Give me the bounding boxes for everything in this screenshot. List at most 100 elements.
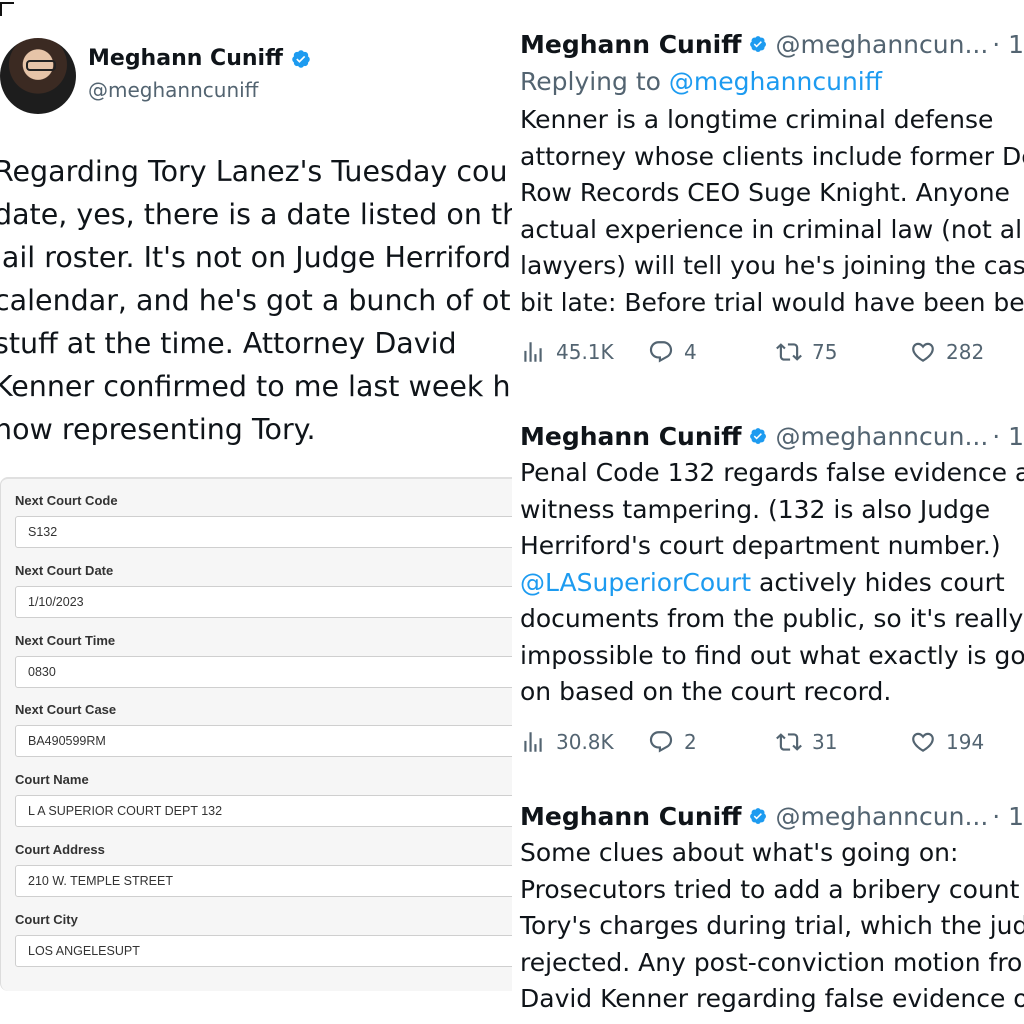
- retweet-icon: [776, 343, 802, 361]
- tweet[interactable]: Meghann Cuniff @meghanncun... · 10 Penal…: [520, 419, 1024, 757]
- tweet-text-line: David Kenner regarding false evidence o: [520, 984, 1024, 1013]
- tweet-text-line: Row Records CEO Suge Knight. Anyone: [520, 178, 1010, 207]
- reply-prefix: Replying to: [520, 67, 669, 96]
- tweet-header: Meghann Cuniff @meghanncun... · 10: [520, 799, 1024, 833]
- tweet[interactable]: Meghann Cuniff @meghanncun... · 10 Some …: [520, 799, 1024, 1018]
- field-value[interactable]: L A SUPERIOR COURT DEPT 132: [15, 795, 512, 827]
- tweet-text-line: witness tampering. (132 is also Judge: [520, 494, 991, 524]
- field-next-court-time: Next Court Time 0830: [15, 633, 512, 688]
- field-next-court-case: Next Court Case BA490599RM: [15, 702, 512, 757]
- reply-count: 2: [684, 729, 697, 754]
- tweet-text-line: calendar, and he's got a bunch of oth: [0, 284, 512, 317]
- tweet-text-line: now representing Tory.: [0, 413, 316, 446]
- tweet-text-line: Kenner confirmed to me last week he: [0, 370, 512, 403]
- retweet-count: 75: [812, 340, 838, 364]
- field-value[interactable]: S132: [15, 516, 512, 548]
- field-label: Next Court Time: [15, 633, 116, 648]
- left-screenshot: Meghann Cuniff @meghanncuniff Regarding …: [0, 0, 512, 1024]
- author-handle[interactable]: @meghanncun...: [776, 422, 989, 451]
- reply-button[interactable]: 4: [648, 339, 776, 365]
- field-label: Court Address: [15, 842, 105, 857]
- tweet[interactable]: Meghann Cuniff @meghanncun... · 10 Reply…: [520, 27, 1024, 367]
- back-arrow-icon-stem: [0, 2, 2, 16]
- verified-badge-icon: [750, 808, 767, 824]
- tweet-text-line: @LASuperiorCourt actively hides court: [520, 565, 1024, 602]
- field-value[interactable]: 210 W. TEMPLE STREET: [15, 865, 512, 897]
- tweet-time[interactable]: · 10: [992, 802, 1024, 831]
- tweet-text-line: date, yes, there is a date listed on th: [0, 198, 512, 231]
- field-label: Court City: [15, 912, 78, 927]
- like-icon: [912, 732, 934, 752]
- tweet-text-line: documents from the public, so it's reall…: [520, 604, 1024, 633]
- tweet-text-line: on based on the court record.: [520, 677, 892, 706]
- tweet-text-line: Penal Code 132 regards false evidence a: [520, 458, 1024, 487]
- field-court-city: Court City LOS ANGELESUPT: [15, 912, 512, 967]
- field-value[interactable]: 0830: [15, 656, 512, 688]
- tweet-text: Kenner is a longtime criminal defense at…: [520, 102, 1024, 321]
- like-button[interactable]: 194: [910, 729, 984, 755]
- tweet-text: Penal Code 132 regards false evidence a …: [520, 455, 1024, 711]
- tweet-text: Some clues about what's going on: Prosec…: [520, 835, 1024, 1018]
- author-name[interactable]: Meghann Cuniff: [520, 802, 741, 831]
- avatar-glasses: [26, 60, 56, 71]
- replying-to: Replying to @meghanncuniff: [520, 67, 1024, 96]
- author-name[interactable]: Meghann Cuniff: [88, 46, 283, 71]
- avatar[interactable]: [0, 38, 76, 114]
- views-icon: [524, 342, 542, 362]
- back-arrow-icon[interactable]: [0, 2, 14, 4]
- tweet-text-line: Tory's charges during trial, which the j…: [520, 911, 1024, 940]
- verified-badge-icon: [750, 428, 767, 444]
- field-court-address: Court Address 210 W. TEMPLE STREET: [15, 842, 512, 897]
- tweet-text-fragment: actively hides court: [759, 567, 1005, 597]
- reply-count: 4: [684, 340, 697, 364]
- field-value[interactable]: BA490599RM: [15, 725, 512, 757]
- retweet-count: 31: [812, 729, 838, 754]
- views-button[interactable]: 45.1K: [520, 339, 648, 365]
- field-court-name: Court Name L A SUPERIOR COURT DEPT 132: [15, 772, 512, 827]
- reply-handle-link[interactable]: @meghanncuniff: [669, 67, 882, 96]
- like-icon: [912, 342, 934, 362]
- reply-icon: [649, 341, 673, 363]
- field-label: Next Court Date: [15, 563, 114, 578]
- like-button[interactable]: 282: [910, 339, 984, 365]
- tweet-text-line: impossible to find out what exactly is g…: [520, 640, 1024, 670]
- field-value[interactable]: 1/10/2023: [15, 586, 512, 618]
- author-name[interactable]: Meghann Cuniff: [520, 422, 741, 451]
- right-screenshot: Meghann Cuniff @meghanncun... · 10 Reply…: [512, 0, 1024, 1024]
- mention-link[interactable]: @LASuperiorCourt: [520, 568, 751, 597]
- tweet-time[interactable]: · 10: [992, 422, 1024, 451]
- retweet-button[interactable]: 75: [776, 339, 910, 365]
- field-label: Next Court Case: [15, 702, 117, 717]
- verified-badge-icon: [750, 36, 767, 52]
- tweet-text-line: Herriford's court department number.): [520, 531, 1001, 560]
- tweet-text-line: attorney whose clients include former De: [520, 141, 1024, 171]
- field-next-court-code: Next Court Code S132: [15, 493, 512, 548]
- tweet-text-line: actual experience in criminal law (not a…: [520, 214, 1024, 244]
- reply-button[interactable]: 2: [648, 729, 776, 755]
- tweet-text-line: stuff at the time. Attorney David: [0, 327, 457, 360]
- author-name[interactable]: Meghann Cuniff: [520, 30, 741, 59]
- court-roster-card[interactable]: Next Court Code S132 Next Court Date 1/1…: [0, 477, 512, 991]
- field-label: Next Court Code: [15, 493, 118, 508]
- views-count: 30.8K: [556, 729, 614, 754]
- tweet-text-line: Regarding Tory Lanez's Tuesday cou: [0, 155, 508, 188]
- tweet-text-line: bit late: Before trial would have been b…: [520, 287, 1024, 317]
- retweet-button[interactable]: 31: [776, 729, 910, 755]
- tweet-time[interactable]: · 10: [992, 30, 1024, 59]
- tweet-text: Regarding Tory Lanez's Tuesday cou date,…: [0, 150, 512, 451]
- author-handle[interactable]: @meghanncuniff: [88, 78, 258, 102]
- tweet-text-line: Prosecutors tried to add a bribery count: [520, 874, 1020, 904]
- tweet-actions: 30.8K 2 31 194: [520, 727, 1024, 757]
- retweet-icon: [776, 732, 802, 751]
- like-count: 282: [946, 340, 985, 364]
- like-count: 194: [946, 729, 985, 754]
- author-handle[interactable]: @meghanncun...: [776, 802, 989, 831]
- author-handle[interactable]: @meghanncun...: [776, 30, 989, 59]
- author-name-row[interactable]: Meghann Cuniff: [88, 46, 311, 71]
- views-button[interactable]: 30.8K: [520, 729, 648, 755]
- tweet-actions: 45.1K 4 75 282: [520, 337, 1024, 367]
- field-value[interactable]: LOS ANGELESUPT: [15, 935, 512, 967]
- tweet-header: Meghann Cuniff @meghanncun... · 10: [520, 419, 1024, 453]
- tweet-text-line: Kenner is a longtime criminal defense: [520, 105, 994, 134]
- tweet-text-line: jail roster. It's not on Judge Herriford: [0, 241, 512, 274]
